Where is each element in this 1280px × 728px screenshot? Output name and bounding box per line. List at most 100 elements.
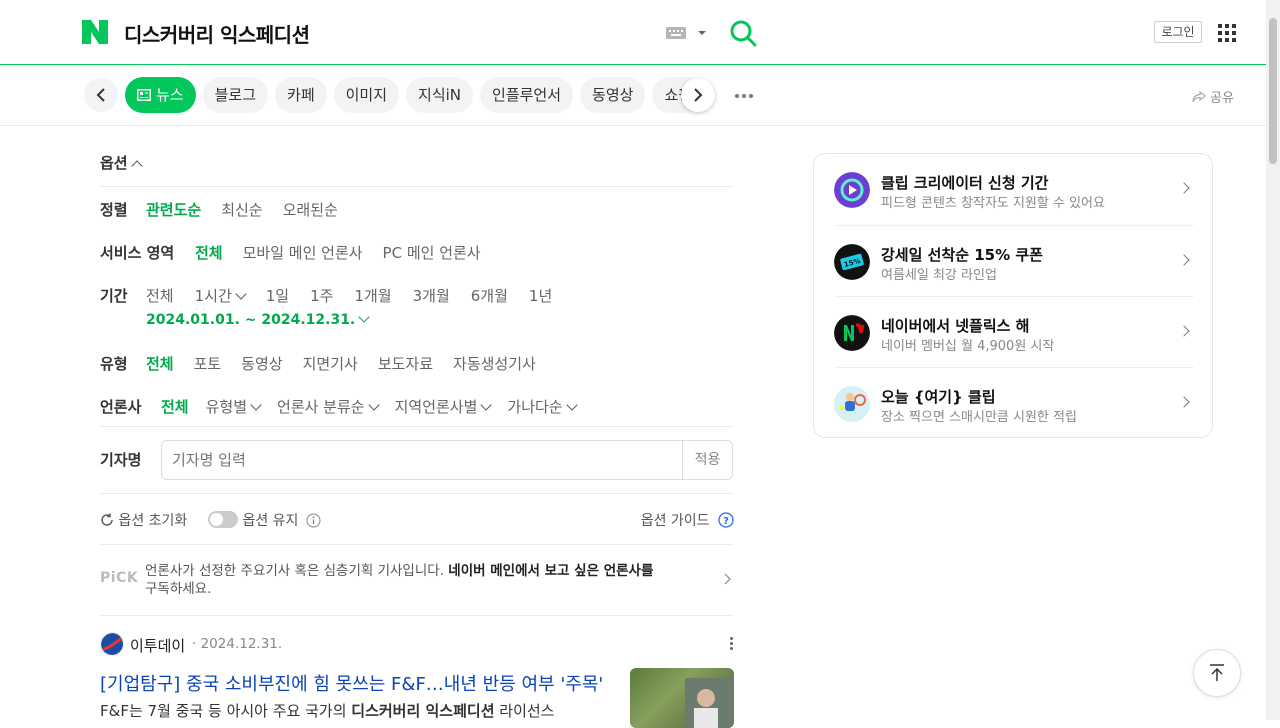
sort-label: 정렬 xyxy=(100,201,128,219)
period-options: 전체 1시간 1일 1주 1개월 3개월 6개월 1년 xyxy=(146,285,552,306)
type-photo[interactable]: 포토 xyxy=(194,353,222,374)
tab-news[interactable]: 뉴스 xyxy=(125,77,196,113)
search-tab-bar: 뉴스 블로그 카페 이미지 지식iN 인플루언서 동영상 쇼핑 공유 xyxy=(0,66,1266,126)
options-header: 옵션 xyxy=(100,154,128,172)
side-item-title: 클립 크리에이터 신청 기간 xyxy=(881,174,1049,192)
netflix-icon xyxy=(834,315,870,351)
period-1hour[interactable]: 1시간 xyxy=(195,285,247,306)
tab-prev-button[interactable] xyxy=(84,78,118,112)
press-by-category-label: 언론사 분류순 xyxy=(277,398,365,416)
vertical-scrollbar[interactable] xyxy=(1266,0,1280,720)
top-header: 디스커버리 익스페디션 로그인 xyxy=(0,0,1266,65)
service-options: 전체 모바일 메인 언론사 PC 메인 언론사 xyxy=(195,242,481,263)
options-toggle[interactable]: 옵션 xyxy=(100,152,143,173)
tab-video[interactable]: 동영상 xyxy=(580,77,646,113)
search-icon[interactable] xyxy=(728,18,758,48)
article-title[interactable]: [기업탐구] 중국 소비부진에 힘 못쓰는 F&F…내년 반등 여부 '주목' xyxy=(100,670,612,696)
tab-blog[interactable]: 블로그 xyxy=(202,77,269,113)
reporter-input[interactable] xyxy=(172,451,662,469)
type-print[interactable]: 지면기사 xyxy=(303,353,358,374)
tab-cafe[interactable]: 카페 xyxy=(275,77,327,113)
chevron-right-icon xyxy=(694,88,703,102)
chevron-right-icon xyxy=(1178,182,1190,194)
article-menu-icon[interactable] xyxy=(730,637,733,650)
period-6month[interactable]: 6개월 xyxy=(471,285,508,306)
tab-image[interactable]: 이미지 xyxy=(333,77,400,113)
period-1week[interactable]: 1주 xyxy=(310,285,333,306)
scrollbar-thumb[interactable] xyxy=(1269,18,1277,164)
press-label: 언론사 xyxy=(100,398,142,416)
period-1month[interactable]: 1개월 xyxy=(354,285,391,306)
share-label: 공유 xyxy=(1210,91,1234,106)
press-all[interactable]: 전체 xyxy=(161,396,189,417)
press-by-region-label: 지역언론사별 xyxy=(394,398,478,416)
press-name[interactable]: 이투데이 xyxy=(130,635,185,656)
chevron-right-icon xyxy=(1178,396,1190,408)
keyboard-icon[interactable] xyxy=(666,25,708,44)
divider xyxy=(100,493,734,494)
side-item-title: 네이버에서 넷플릭스 해 xyxy=(881,317,1030,335)
tab-news-label: 뉴스 xyxy=(156,86,184,104)
chevron-right-icon xyxy=(1178,254,1190,266)
period-3month[interactable]: 3개월 xyxy=(413,285,450,306)
scroll-to-top-button[interactable] xyxy=(1193,649,1241,697)
service-pc-main[interactable]: PC 메인 언론사 xyxy=(383,242,481,263)
chevron-down-icon xyxy=(235,288,247,300)
type-press-release[interactable]: 보도자료 xyxy=(378,353,433,374)
login-button[interactable]: 로그인 xyxy=(1154,21,1202,43)
period-1day[interactable]: 1일 xyxy=(266,285,289,306)
service-label: 서비스 영역 xyxy=(100,244,175,262)
article-description[interactable]: F&F는 7월 중국 등 아시아 주요 국가의 디스커버리 익스페디션 라이선스 xyxy=(100,700,612,721)
toggle-switch[interactable] xyxy=(208,511,238,528)
options-tools: 옵션 초기화 옵션 유지 옵션 가이드 ? xyxy=(100,510,734,530)
arrow-up-icon xyxy=(1210,664,1224,681)
side-item-clip-creator[interactable]: 클립 크리에이터 신청 기간 피드형 콘텐츠 창작자도 지원할 수 있어요 xyxy=(834,154,1194,225)
date-range[interactable]: 2024.01.01. ~ 2024.12.31. xyxy=(146,311,370,328)
press-options: 전체 유형별 언론사 분류순 지역언론사별 가나다순 xyxy=(161,396,578,417)
press-by-type-label: 유형별 xyxy=(205,398,248,416)
options-guide-button[interactable]: 옵션 가이드 ? xyxy=(641,510,734,530)
press-by-category[interactable]: 언론사 분류순 xyxy=(277,396,380,417)
tab-next-button[interactable] xyxy=(681,78,715,112)
pick-text: 언론사가 선정한 주요기사 혹은 심층기획 기사입니다. 네이버 메인에서 보고… xyxy=(145,563,654,597)
period-all[interactable]: 전체 xyxy=(146,285,174,306)
side-item-title: 오늘 {여기} 클립 xyxy=(881,388,996,406)
options-guide-label: 옵션 가이드 xyxy=(640,513,710,529)
side-item-today-clip[interactable]: 오늘 {여기} 클립 장소 찍으면 스매시만큼 시원한 적립 xyxy=(834,367,1194,438)
sort-latest[interactable]: 최신순 xyxy=(221,199,262,220)
tab-influencer[interactable]: 인플루언서 xyxy=(480,77,574,113)
type-auto[interactable]: 자동생성기사 xyxy=(453,353,536,374)
press-alphabetical[interactable]: 가나다순 xyxy=(507,396,578,417)
type-all[interactable]: 전체 xyxy=(146,353,174,374)
article-thumbnail[interactable] xyxy=(630,668,734,728)
side-item-netflix[interactable]: 네이버에서 넷플릭스 해 네이버 멤버십 월 4,900원 시작 xyxy=(834,296,1194,367)
side-item-sale-coupon[interactable]: 15% 강세일 선착순 15% 쿠폰 여름세일 최강 라인업 xyxy=(834,225,1194,296)
sort-relevance[interactable]: 관련도순 xyxy=(146,199,201,220)
search-query[interactable]: 디스커버리 익스페디션 xyxy=(124,19,310,48)
apps-grid-icon[interactable] xyxy=(1218,24,1236,42)
reporter-apply-button[interactable]: 적용 xyxy=(682,441,732,479)
press-by-type[interactable]: 유형별 xyxy=(205,396,262,417)
more-icon[interactable] xyxy=(735,94,753,98)
info-icon[interactable] xyxy=(306,513,321,528)
service-all[interactable]: 전체 xyxy=(195,242,223,263)
tab-kin[interactable]: 지식iN xyxy=(406,77,474,113)
side-item-subtitle: 여름세일 최강 라인업 xyxy=(881,268,997,283)
keep-options-label: 옵션 유지 xyxy=(242,513,299,529)
chevron-down-icon xyxy=(358,311,370,323)
reset-options-label: 옵션 초기화 xyxy=(118,513,188,529)
chevron-right-icon xyxy=(724,573,731,585)
reset-options-button[interactable]: 옵션 초기화 xyxy=(100,510,187,530)
side-item-title: 강세일 선착순 15% 쿠폰 xyxy=(881,246,1043,264)
press-logo[interactable] xyxy=(100,632,124,656)
sort-oldest[interactable]: 오래된순 xyxy=(283,199,338,220)
chevron-up-icon xyxy=(130,160,143,172)
service-mobile-main[interactable]: 모바일 메인 언론사 xyxy=(243,242,363,263)
naver-logo-icon[interactable] xyxy=(82,20,108,44)
keep-options-toggle[interactable]: 옵션 유지 xyxy=(208,510,321,530)
press-by-region[interactable]: 지역언론사별 xyxy=(394,396,493,417)
type-video[interactable]: 동영상 xyxy=(241,353,282,374)
period-1year[interactable]: 1년 xyxy=(529,285,552,306)
chevron-right-icon xyxy=(1178,325,1190,337)
share-button[interactable]: 공유 xyxy=(1192,87,1234,106)
